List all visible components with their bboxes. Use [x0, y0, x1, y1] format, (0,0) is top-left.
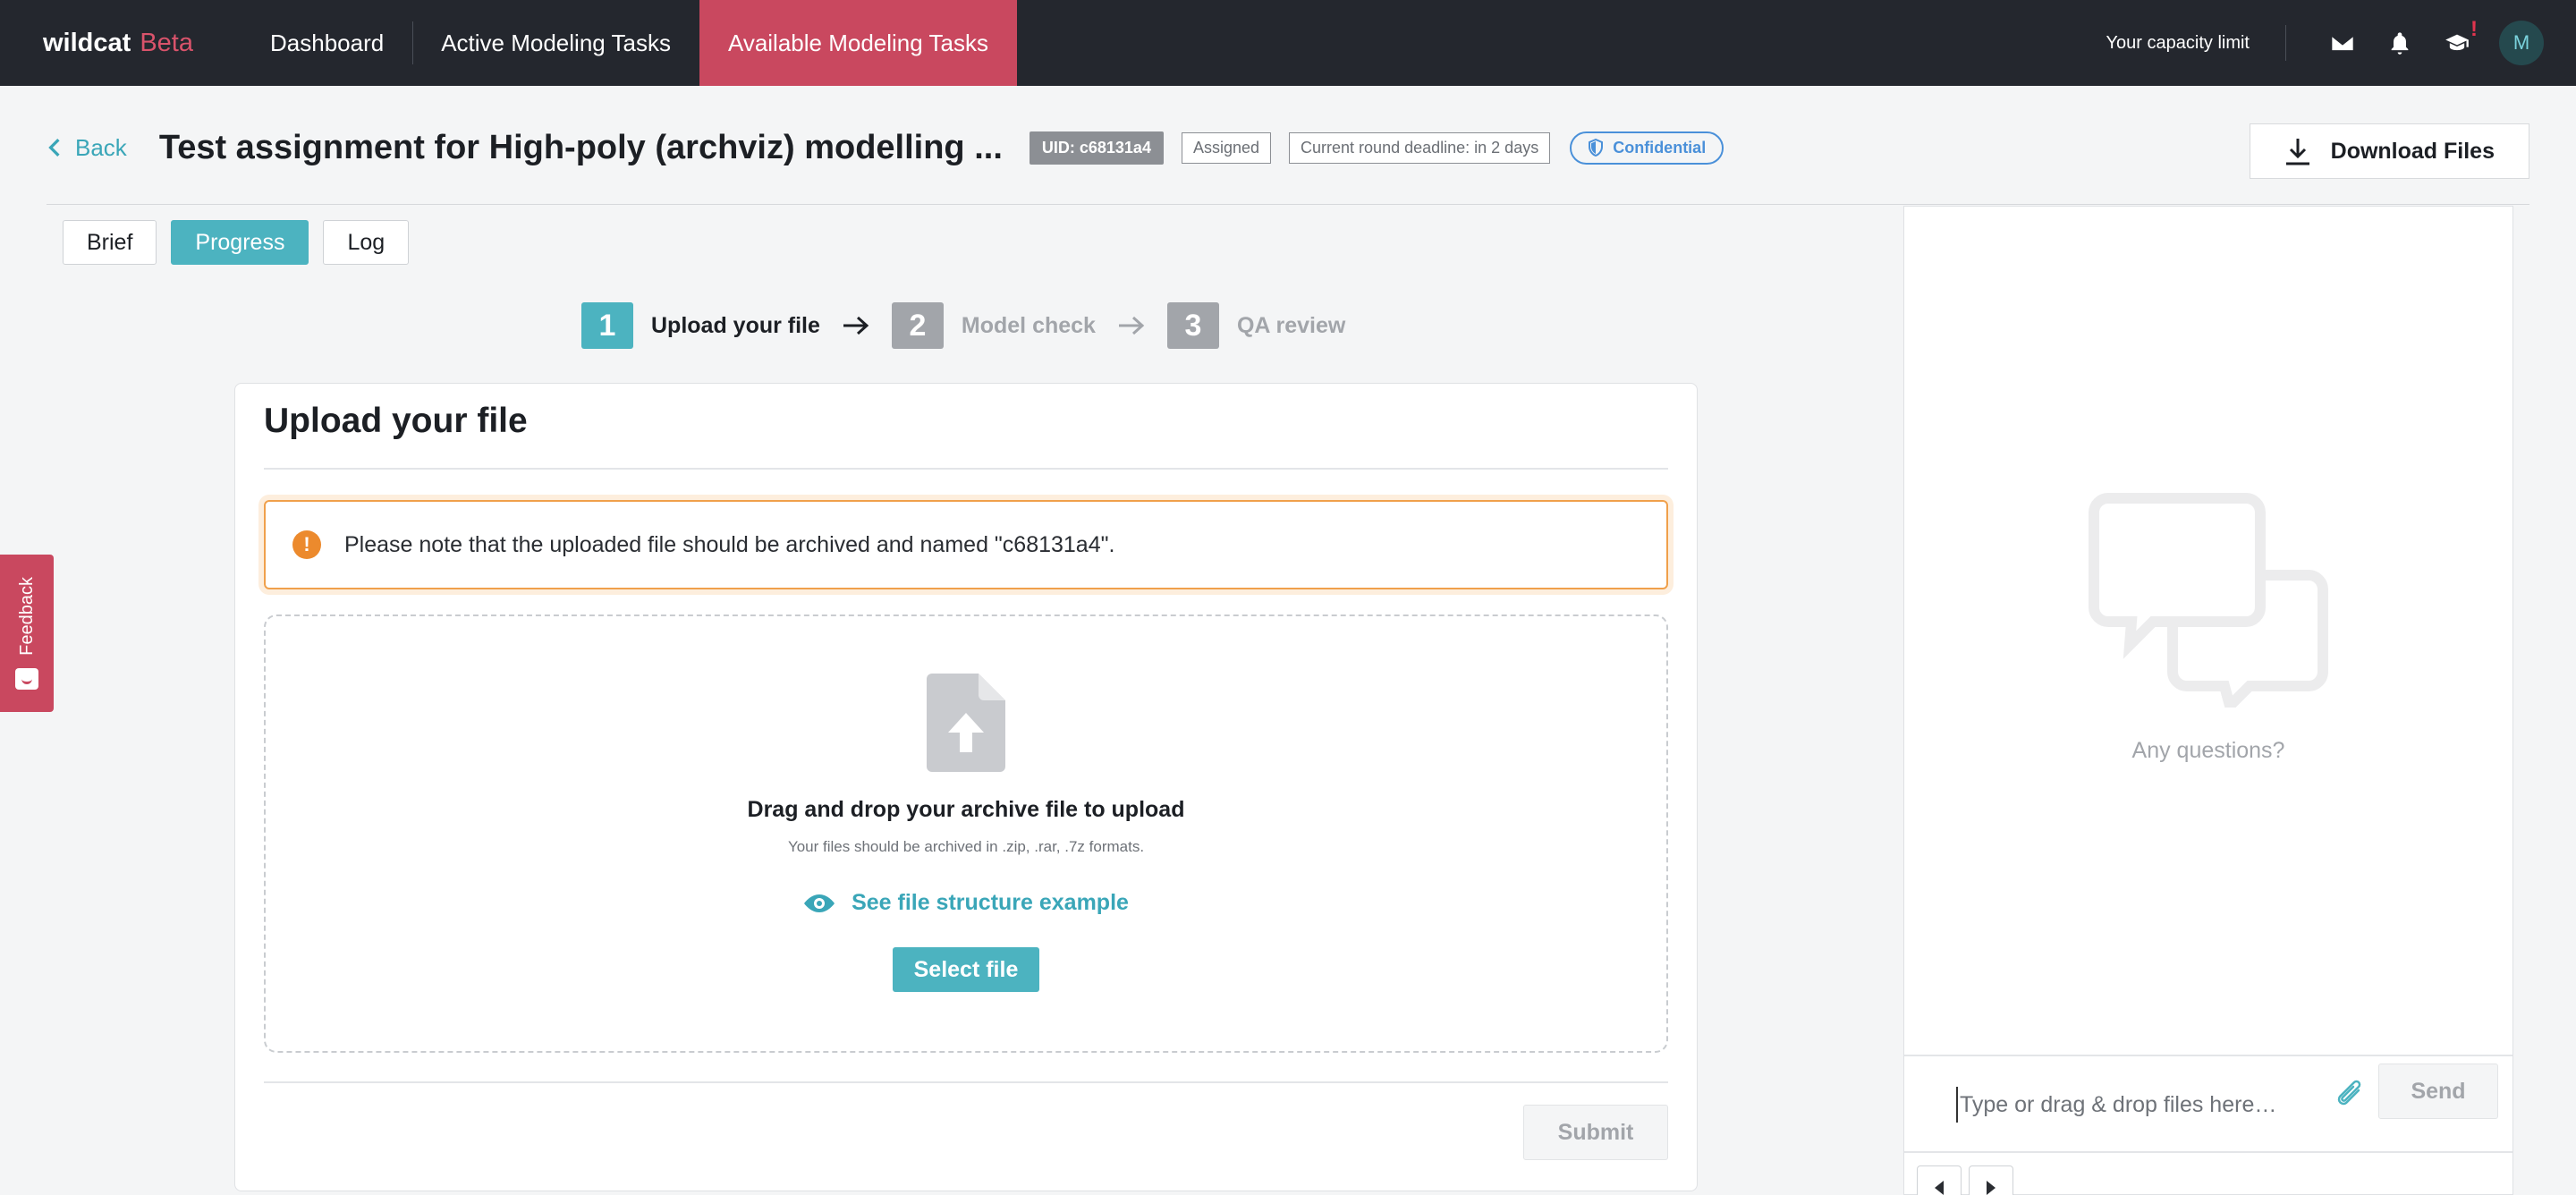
confidential-label: Confidential [1613, 138, 1707, 157]
card-divider [264, 468, 1668, 470]
file-structure-example-link[interactable]: See file structure example [266, 890, 1666, 916]
step-1-label: Upload your file [651, 312, 820, 338]
paperclip-icon[interactable] [2335, 1078, 2366, 1114]
warning-icon: ! [292, 530, 321, 559]
smiley-icon [15, 667, 38, 690]
feedback-label: Feedback [16, 577, 37, 656]
brand-beta-tag: Beta [140, 28, 193, 57]
mail-icon[interactable] [2320, 21, 2365, 65]
file-upload-icon [927, 674, 1005, 772]
step-3-number: 3 [1166, 302, 1219, 349]
dropzone-title: Drag and drop your archive file to uploa… [747, 797, 1185, 822]
upload-card: Upload your file ! Please note that the … [234, 383, 1698, 1191]
progress-steps: 1 Upload your file 2 Model check 3 QA re… [581, 302, 1345, 349]
back-label: Back [75, 133, 127, 161]
shield-icon [1589, 139, 1604, 157]
download-icon [2285, 139, 2309, 165]
step-2-label: Model check [961, 312, 1096, 338]
step-2-number: 2 [891, 302, 944, 349]
step-1-number: 1 [581, 302, 633, 349]
chat-divider [1904, 1055, 2512, 1056]
bell-icon[interactable] [2377, 21, 2422, 65]
tab-brief[interactable]: Brief [63, 220, 157, 265]
eye-icon [804, 894, 835, 912]
arrow-right-icon [843, 316, 869, 335]
alert-badge: ! [2470, 17, 2478, 41]
step-3-label: QA review [1236, 312, 1346, 338]
arrow-right-icon [1118, 316, 1145, 335]
task-tabs: Brief Progress Log [63, 220, 423, 265]
chat-panel: Any questions? Send [1903, 206, 2513, 1195]
brand-logo[interactable]: wildcat Beta [0, 0, 242, 86]
download-label: Download Files [2330, 138, 2495, 164]
prev-button[interactable] [1917, 1165, 1962, 1195]
deadline-badge: Current round deadline: in 2 days [1289, 131, 1551, 164]
chat-message-input[interactable] [1956, 1087, 2296, 1123]
back-button[interactable]: Back [47, 134, 127, 162]
capacity-limit-link[interactable]: Your capacity limit [2106, 25, 2286, 61]
top-navbar: wildcat Beta Dashboard Active Modeling T… [0, 0, 2576, 86]
archive-notice: ! Please note that the uploaded file sho… [264, 500, 1668, 589]
chevron-left-icon [48, 139, 60, 157]
dropzone-subtitle: Your files should be archived in .zip, .… [787, 838, 1145, 855]
download-files-button[interactable]: Download Files [2249, 123, 2529, 179]
header-divider [47, 204, 2529, 205]
caret-left-icon [1935, 1181, 1944, 1195]
confidential-badge: Confidential [1570, 131, 1724, 165]
tab-progress[interactable]: Progress [171, 220, 309, 265]
select-file-button[interactable]: Select file [893, 947, 1039, 992]
avatar[interactable]: M [2499, 21, 2544, 65]
upload-title: Upload your file [264, 402, 528, 440]
card-footer-divider [264, 1081, 1668, 1083]
submit-button[interactable]: Submit [1523, 1105, 1668, 1160]
tab-log[interactable]: Log [323, 220, 410, 265]
example-link-label: See file structure example [852, 890, 1129, 915]
page-header: Back Test assignment for High-poly (arch… [47, 123, 2529, 179]
notice-text: Please note that the uploaded file shoul… [344, 531, 1115, 557]
uid-badge: UID: c68131a4 [1029, 131, 1164, 165]
next-button[interactable] [1969, 1165, 2013, 1195]
status-badge: Assigned [1181, 131, 1272, 164]
chat-footer-divider [1904, 1151, 2512, 1153]
nav-active-modeling-tasks[interactable]: Active Modeling Tasks [412, 0, 699, 86]
nav-dashboard[interactable]: Dashboard [242, 0, 412, 86]
feedback-tab[interactable]: Feedback [0, 555, 54, 712]
chat-bubbles-icon [2089, 493, 2328, 708]
file-dropzone[interactable]: Drag and drop your archive file to uploa… [264, 614, 1668, 1053]
brand-name: wildcat [43, 28, 131, 57]
chat-empty-text: Any questions? [2131, 738, 2285, 763]
nav-right-group: Your capacity limit ! M [2106, 0, 2576, 86]
nav-available-modeling-tasks[interactable]: Available Modeling Tasks [699, 0, 1017, 86]
send-button[interactable]: Send [2378, 1064, 2498, 1119]
caret-right-icon [1987, 1181, 1996, 1195]
graduation-cap-icon[interactable]: ! [2435, 17, 2479, 65]
page-title: Test assignment for High-poly (archviz) … [158, 128, 1003, 166]
